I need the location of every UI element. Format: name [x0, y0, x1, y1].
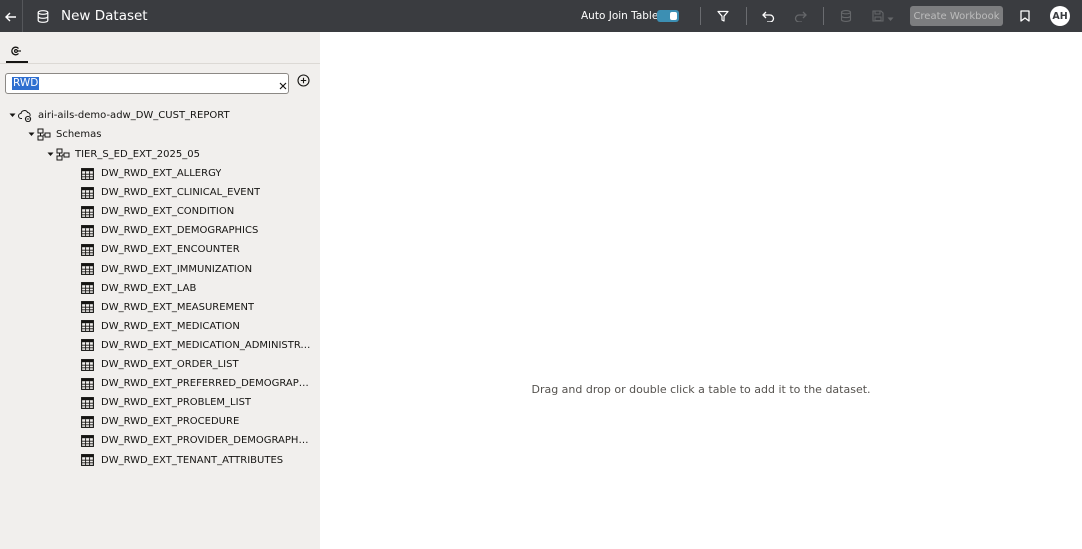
table-label: DW_RWD_EXT_PROCEDURE [101, 416, 240, 428]
add-connection-button[interactable] [296, 72, 310, 91]
table-label: DW_RWD_EXT_PREFERRED_DEMOGRAPHICS [101, 378, 311, 390]
undo-button[interactable] [757, 0, 779, 32]
redo-icon [794, 7, 807, 26]
table-icon [81, 205, 94, 218]
table-icon [81, 282, 94, 295]
table-item[interactable]: DW_RWD_EXT_PROCEDURE [81, 412, 239, 431]
canvas-hint: Drag and drop or double click a table to… [531, 383, 871, 396]
table-item[interactable]: DW_RWD_EXT_CONDITION [81, 202, 234, 221]
toolbar-divider [700, 7, 701, 25]
table-icon [81, 415, 94, 428]
schemas-label: Schemas [56, 129, 102, 140]
database-icon [37, 0, 49, 32]
add-circle-icon [296, 72, 310, 91]
cloud-database-icon [18, 109, 33, 122]
table-icon [81, 263, 94, 275]
table-item[interactable]: DW_RWD_EXT_TENANT_ATTRIBUTES [81, 451, 283, 470]
toolbar-divider [823, 7, 824, 25]
table-icon [81, 377, 94, 390]
search-box[interactable]: RWD [5, 73, 289, 94]
table-label: DW_RWD_EXT_IMMUNIZATION [101, 263, 253, 275]
schema-icon [37, 128, 51, 141]
table-item[interactable]: DW_RWD_EXT_IMMUNIZATION [81, 260, 252, 279]
tree-node-connection[interactable]: airi-ails-demo-adw_DW_CUST_REPORT [6, 106, 230, 125]
table-icon [81, 243, 94, 256]
table-label: DW_RWD_EXT_CONDITION [101, 206, 235, 218]
table-item[interactable]: DW_RWD_EXT_ENCOUNTER [81, 240, 240, 259]
table-icon [81, 301, 94, 314]
clear-search-button[interactable] [276, 77, 290, 91]
table-item[interactable]: DW_RWD_EXT_DEMOGRAPHICS [81, 221, 258, 240]
table-label: DW_RWD_EXT_MEDICATION_ADMINISTRAT... [101, 339, 311, 351]
table-item[interactable]: DW_RWD_EXT_MEDICATION [81, 317, 240, 336]
table-icon [81, 454, 94, 466]
redo-button[interactable] [789, 0, 811, 32]
data-stack-icon [840, 7, 852, 26]
table-label: DW_RWD_EXT_CLINICAL_EVENT [101, 187, 261, 199]
caret-down-icon[interactable] [44, 152, 56, 157]
create-workbook-button[interactable]: Create Workbook [910, 6, 1003, 26]
tree-node-schemas[interactable]: Schemas [25, 125, 101, 144]
table-label: DW_RWD_EXT_DEMOGRAPHICS [101, 225, 259, 237]
table-icon [81, 224, 94, 237]
table-item[interactable]: DW_RWD_EXT_PREFERRED_DEMOGRAPHICS [81, 374, 311, 393]
top-bar: New Dataset Auto Join Tables Create Work… [0, 0, 1082, 32]
table-label: DW_RWD_EXT_MEDICATION [101, 320, 240, 332]
table-label: DW_RWD_EXT_PROVIDER_DEMOGRAPHICS [101, 435, 311, 447]
schema-label: TIER_S_ED_EXT_2025_05 [75, 149, 200, 160]
table-icon [81, 186, 94, 199]
table-label: DW_RWD_EXT_ENCOUNTER [101, 244, 240, 256]
schema-icon [56, 148, 70, 161]
chevron-down-icon [887, 7, 894, 26]
table-icon [81, 396, 94, 409]
caret-down-icon[interactable] [6, 113, 18, 118]
table-icon [81, 434, 94, 447]
search-input[interactable] [11, 76, 261, 91]
bookmark-icon [1020, 7, 1030, 26]
table-icon [81, 358, 94, 371]
table-item[interactable]: DW_RWD_EXT_PROBLEM_LIST [81, 393, 251, 412]
table-item[interactable]: DW_RWD_EXT_LAB [81, 279, 196, 298]
auto-join-label: Auto Join Tables [581, 10, 664, 22]
table-label: DW_RWD_EXT_MEASUREMENT [101, 301, 255, 313]
dataset-canvas[interactable]: Drag and drop or double click a table to… [320, 32, 1082, 549]
table-item[interactable]: DW_RWD_EXT_CLINICAL_EVENT [81, 183, 260, 202]
panel-divider [0, 63, 320, 64]
data-stack-button[interactable] [835, 0, 857, 32]
caret-down-icon[interactable] [25, 132, 37, 137]
table-item[interactable]: DW_RWD_EXT_MEASUREMENT [81, 298, 254, 317]
toolbar-divider [746, 7, 747, 25]
tree-node-schema[interactable]: TIER_S_ED_EXT_2025_05 [44, 145, 200, 164]
table-item[interactable]: DW_RWD_EXT_PROVIDER_DEMOGRAPHICS [81, 431, 311, 450]
page-title: New Dataset [61, 8, 148, 24]
connections-icon [10, 42, 22, 61]
table-label: DW_RWD_EXT_LAB [101, 282, 197, 294]
connection-label: airi-ails-demo-adw_DW_CUST_REPORT [38, 110, 230, 121]
table-icon [81, 320, 94, 333]
filter-button[interactable] [712, 0, 734, 32]
save-menu-button[interactable] [868, 0, 898, 32]
table-label: DW_RWD_EXT_ALLERGY [101, 168, 222, 179]
undo-icon [761, 7, 775, 26]
avatar[interactable]: AH [1050, 6, 1070, 26]
auto-join-toggle[interactable] [657, 10, 679, 22]
save-icon [872, 7, 884, 26]
data-panel: RWD airi-ails-demo-adw_DW_CUST_REPORT Sc… [0, 32, 320, 549]
table-icon [81, 339, 94, 352]
back-button[interactable] [0, 0, 23, 32]
tab-connections[interactable] [6, 40, 26, 62]
table-label: DW_RWD_EXT_TENANT_ATTRIBUTES [101, 454, 284, 466]
table-item[interactable]: DW_RWD_EXT_ALLERGY [81, 164, 221, 183]
filter-icon [717, 7, 729, 26]
table-label: DW_RWD_EXT_ORDER_LIST [101, 359, 239, 370]
table-icon [81, 167, 94, 180]
table-label: DW_RWD_EXT_PROBLEM_LIST [101, 397, 252, 409]
back-arrow-icon[interactable] [5, 7, 17, 26]
close-icon [279, 75, 287, 94]
bookmark-button[interactable] [1014, 0, 1036, 32]
table-item[interactable]: DW_RWD_EXT_ORDER_LIST [81, 355, 239, 374]
toggle-knob [670, 12, 677, 20]
table-item[interactable]: DW_RWD_EXT_MEDICATION_ADMINISTRAT... [81, 336, 311, 355]
